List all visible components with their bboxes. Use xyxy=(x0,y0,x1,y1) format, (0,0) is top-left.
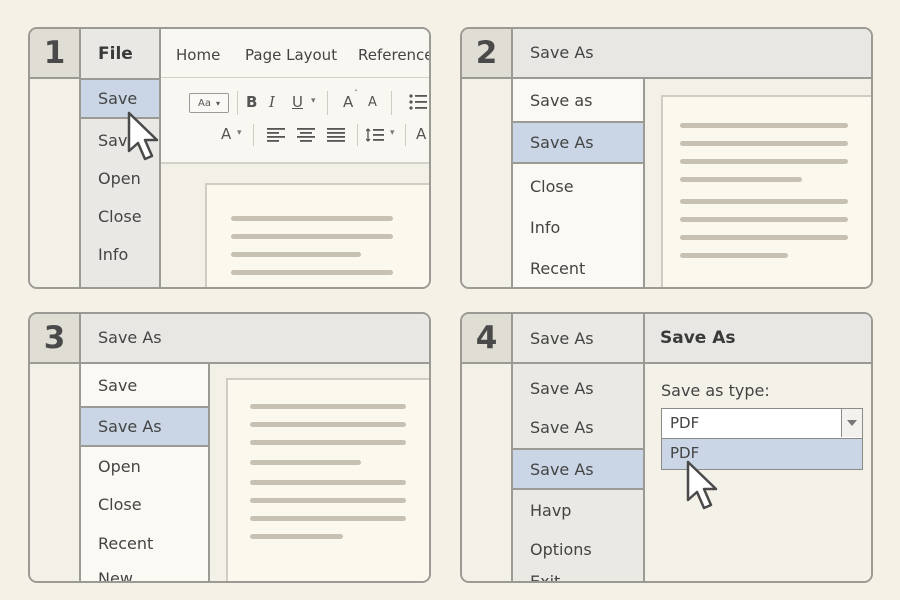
save-as-dialog: Save As Save as type: PDF PDF xyxy=(645,314,871,581)
ribbon: Home Page Layout Reference Aa ▾ B I U ▾ … xyxy=(161,29,429,164)
step-3-panel: 3 Save As Save Save As Open Close Recent… xyxy=(28,312,431,583)
menu-item-info[interactable]: Info xyxy=(513,207,643,248)
dialog-title: Save As xyxy=(660,328,736,348)
menu-item-save[interactable]: Save xyxy=(81,364,208,406)
window-title: Save As xyxy=(98,328,162,347)
file-menu-header[interactable]: File xyxy=(81,29,159,79)
italic-button[interactable]: I xyxy=(269,93,275,111)
bold-button[interactable]: B xyxy=(246,93,257,111)
step-4-panel: 4 Save As Save As Save As Save As Havp O… xyxy=(460,312,873,583)
menu-item-new[interactable]: New xyxy=(81,563,208,581)
menu-item-save-as-lower[interactable]: Save as xyxy=(513,79,643,123)
document-area xyxy=(161,164,429,287)
document-page[interactable] xyxy=(205,183,429,287)
grow-font-button[interactable]: A xyxy=(343,93,353,111)
align-center-icon[interactable] xyxy=(297,127,315,146)
menu-item-close[interactable]: Close xyxy=(81,197,159,235)
menu-item-recent[interactable]: Recent xyxy=(513,248,643,287)
chevron-down-icon xyxy=(847,420,857,426)
shrink-font-button[interactable]: A xyxy=(368,95,377,110)
step-number: 4 xyxy=(462,314,513,364)
tab-page-layout[interactable]: Page Layout xyxy=(245,46,337,64)
title-bar: Save As xyxy=(513,29,871,79)
save-as-type-select[interactable]: PDF xyxy=(661,408,863,439)
menu-item-exit[interactable]: Exit xyxy=(513,568,643,581)
menu-item-save-as-2[interactable]: Save As xyxy=(513,408,643,447)
file-menu: Save As Save As Save As Save As Havp Opt… xyxy=(513,314,645,581)
menu-item-save-as-1[interactable]: Save As xyxy=(513,369,643,408)
line-spacing-icon[interactable] xyxy=(365,127,384,146)
menu-item-close[interactable]: Close xyxy=(513,166,643,207)
menu-item-open[interactable]: Open xyxy=(81,447,208,485)
menu-item-recent[interactable]: Recent xyxy=(81,523,208,563)
step-1-panel: 1 File Save Save Open Close Info Home Pa… xyxy=(28,27,431,289)
grow-font-icon: ˆ xyxy=(354,89,358,98)
font-color-button[interactable]: A xyxy=(221,125,231,143)
window-title: Save As xyxy=(530,43,594,62)
menu-item-info[interactable]: Info xyxy=(81,235,159,273)
step-number: 2 xyxy=(462,29,513,79)
menu-item-save-as-selected[interactable]: Save As xyxy=(513,448,643,490)
menu-item-save-as-header[interactable]: Save As xyxy=(513,314,643,364)
selected-type-value: PDF xyxy=(670,414,700,432)
step-2-panel: 2 Save As Save as Save As Close Info Rec… xyxy=(460,27,873,289)
mouse-cursor-icon xyxy=(685,459,729,519)
menu-item-help[interactable]: Havp xyxy=(513,490,643,530)
menu-item-save-as[interactable]: Save As xyxy=(513,121,643,164)
align-left-icon[interactable] xyxy=(267,127,285,146)
tab-references[interactable]: Reference xyxy=(358,46,429,64)
chevron-down-icon[interactable]: ▾ xyxy=(237,128,242,138)
document-page[interactable] xyxy=(661,95,871,287)
chevron-down-icon[interactable]: ▾ xyxy=(311,96,316,106)
menu-item-close[interactable]: Close xyxy=(81,485,208,523)
title-bar: Save As xyxy=(81,314,429,364)
underline-button[interactable]: U xyxy=(292,93,303,111)
chevron-down-icon[interactable]: ▾ xyxy=(390,128,395,138)
dialog-header: Save As xyxy=(645,314,871,364)
document-page[interactable] xyxy=(226,378,429,581)
menu-item-options[interactable]: Options xyxy=(513,530,643,568)
font-size-box[interactable]: Aa ▾ xyxy=(189,93,229,113)
styles-button[interactable]: A xyxy=(416,125,426,143)
chevron-down-icon: ▾ xyxy=(215,98,220,108)
justify-icon[interactable] xyxy=(327,127,345,146)
dropdown-button[interactable] xyxy=(841,409,862,437)
menu-item-save-as[interactable]: Save As xyxy=(81,406,208,447)
bullet-list-icon[interactable] xyxy=(408,93,428,111)
document-area xyxy=(645,79,871,287)
document-area xyxy=(210,364,429,581)
step-number: 3 xyxy=(30,314,81,364)
file-menu: Save Save As Open Close Recent New xyxy=(81,364,210,581)
tab-home[interactable]: Home xyxy=(176,46,220,64)
styles-lines-icon xyxy=(429,132,431,151)
mouse-cursor-icon xyxy=(126,110,170,170)
save-as-type-label: Save as type: xyxy=(661,381,770,400)
file-menu: Save as Save As Close Info Recent xyxy=(513,79,645,287)
step-number: 1 xyxy=(30,29,81,79)
